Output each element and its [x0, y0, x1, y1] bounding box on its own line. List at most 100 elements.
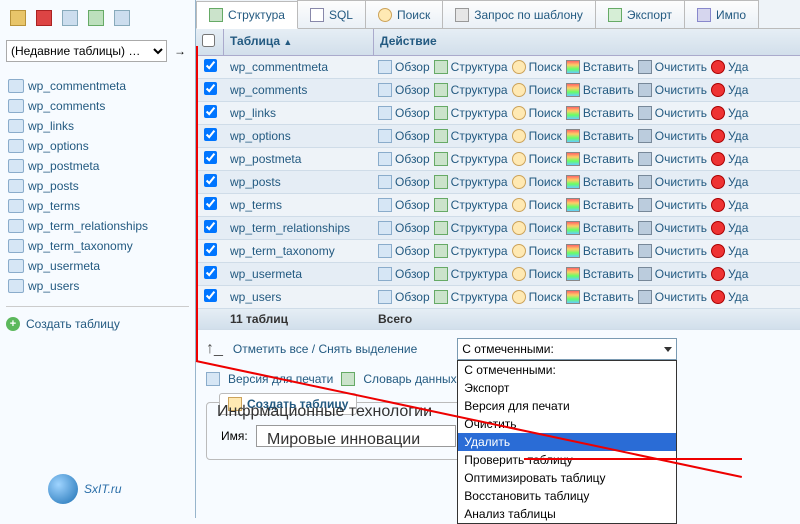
action-insert[interactable]: Вставить — [566, 267, 634, 281]
action-empty[interactable]: Очистить — [638, 83, 707, 97]
action-search[interactable]: Поиск — [512, 152, 562, 166]
sidebar-table-item[interactable]: wp_users — [6, 276, 189, 296]
table-name-link[interactable]: wp_term_taxonomy — [230, 244, 335, 258]
row-checkbox[interactable] — [204, 197, 217, 210]
action-structure[interactable]: Структура — [434, 60, 508, 74]
action-browse[interactable]: Обзор — [378, 60, 430, 74]
col-table-header[interactable]: Таблица ▲ — [224, 29, 374, 55]
reload-icon[interactable] — [114, 10, 130, 26]
sidebar-table-item[interactable]: wp_usermeta — [6, 256, 189, 276]
action-empty[interactable]: Очистить — [638, 290, 707, 304]
action-drop[interactable]: Уда — [711, 290, 748, 304]
dropdown-option[interactable]: Удалить — [458, 433, 676, 451]
action-insert[interactable]: Вставить — [566, 175, 634, 189]
action-empty[interactable]: Очистить — [638, 129, 707, 143]
table-name-link[interactable]: wp_term_relationships — [230, 221, 350, 235]
table-name-link[interactable]: wp_usermeta — [230, 267, 302, 281]
data-dictionary-link[interactable]: Словарь данных — [363, 372, 456, 386]
check-uncheck-link[interactable]: Отметить все / Снять выделение — [233, 342, 417, 356]
action-structure[interactable]: Структура — [434, 244, 508, 258]
action-browse[interactable]: Обзор — [378, 267, 430, 281]
exit-icon[interactable] — [36, 10, 52, 26]
row-checkbox[interactable] — [204, 105, 217, 118]
row-checkbox[interactable] — [204, 220, 217, 233]
row-checkbox[interactable] — [204, 243, 217, 256]
tab-structure[interactable]: Структура — [196, 1, 298, 29]
recent-tables-select[interactable]: (Недавние таблицы) … — [6, 40, 167, 62]
action-structure[interactable]: Структура — [434, 152, 508, 166]
action-browse[interactable]: Обзор — [378, 221, 430, 235]
dropdown-option[interactable]: Версия для печати — [458, 397, 676, 415]
action-drop[interactable]: Уда — [711, 106, 748, 120]
action-insert[interactable]: Вставить — [566, 129, 634, 143]
table-name-link[interactable]: wp_postmeta — [230, 152, 301, 166]
action-empty[interactable]: Очистить — [638, 221, 707, 235]
action-insert[interactable]: Вставить — [566, 83, 634, 97]
action-browse[interactable]: Обзор — [378, 106, 430, 120]
action-insert[interactable]: Вставить — [566, 152, 634, 166]
action-drop[interactable]: Уда — [711, 198, 748, 212]
sidebar-table-item[interactable]: wp_comments — [6, 96, 189, 116]
action-drop[interactable]: Уда — [711, 152, 748, 166]
sidebar-table-item[interactable]: wp_postmeta — [6, 156, 189, 176]
action-search[interactable]: Поиск — [512, 175, 562, 189]
action-browse[interactable]: Обзор — [378, 129, 430, 143]
action-browse[interactable]: Обзор — [378, 198, 430, 212]
action-structure[interactable]: Структура — [434, 267, 508, 281]
dropdown-option[interactable]: Анализ таблицы — [458, 505, 676, 523]
action-search[interactable]: Поиск — [512, 106, 562, 120]
row-checkbox[interactable] — [204, 266, 217, 279]
action-empty[interactable]: Очистить — [638, 60, 707, 74]
table-name-link[interactable]: wp_posts — [230, 175, 281, 189]
action-insert[interactable]: Вставить — [566, 106, 634, 120]
action-browse[interactable]: Обзор — [378, 175, 430, 189]
action-structure[interactable]: Структура — [434, 175, 508, 189]
action-empty[interactable]: Очистить — [638, 244, 707, 258]
row-checkbox[interactable] — [204, 59, 217, 72]
action-search[interactable]: Поиск — [512, 198, 562, 212]
dropdown-option[interactable]: Проверить таблицу — [458, 451, 676, 469]
sidebar-table-item[interactable]: wp_commentmeta — [6, 76, 189, 96]
recent-tables-go[interactable]: → — [171, 44, 189, 58]
dropdown-option[interactable]: С отмеченными: — [458, 361, 676, 379]
row-checkbox[interactable] — [204, 82, 217, 95]
dropdown-option[interactable]: Экспорт — [458, 379, 676, 397]
sql-icon[interactable] — [62, 10, 78, 26]
action-drop[interactable]: Уда — [711, 244, 748, 258]
row-checkbox[interactable] — [204, 128, 217, 141]
action-structure[interactable]: Структура — [434, 129, 508, 143]
action-structure[interactable]: Структура — [434, 106, 508, 120]
sidebar-create-table[interactable]: + Создать таблицу — [6, 317, 189, 331]
dropdown-option[interactable]: Восстановить таблицу — [458, 487, 676, 505]
table-name-link[interactable]: wp_users — [230, 290, 281, 304]
action-structure[interactable]: Структура — [434, 198, 508, 212]
action-drop[interactable]: Уда — [711, 175, 748, 189]
tab-sql[interactable]: SQL — [297, 0, 366, 28]
tab-import[interactable]: Импо — [684, 0, 759, 28]
action-browse[interactable]: Обзор — [378, 152, 430, 166]
action-structure[interactable]: Структура — [434, 221, 508, 235]
action-search[interactable]: Поиск — [512, 60, 562, 74]
action-insert[interactable]: Вставить — [566, 244, 634, 258]
sidebar-table-item[interactable]: wp_options — [6, 136, 189, 156]
sidebar-table-item[interactable]: wp_term_taxonomy — [6, 236, 189, 256]
tab-query[interactable]: Запрос по шаблону — [442, 0, 596, 28]
action-insert[interactable]: Вставить — [566, 221, 634, 235]
home-icon[interactable] — [10, 10, 26, 26]
sidebar-table-item[interactable]: wp_terms — [6, 196, 189, 216]
check-all[interactable] — [202, 34, 215, 47]
action-search[interactable]: Поиск — [512, 290, 562, 304]
table-name-link[interactable]: wp_commentmeta — [230, 60, 328, 74]
action-empty[interactable]: Очистить — [638, 175, 707, 189]
tab-export[interactable]: Экспорт — [595, 0, 685, 28]
action-drop[interactable]: Уда — [711, 60, 748, 74]
with-selected-dropdown[interactable]: С отмеченными: — [457, 338, 677, 360]
action-empty[interactable]: Очистить — [638, 152, 707, 166]
action-empty[interactable]: Очистить — [638, 106, 707, 120]
table-name-link[interactable]: wp_links — [230, 106, 276, 120]
action-insert[interactable]: Вставить — [566, 198, 634, 212]
table-name-link[interactable]: wp_comments — [230, 83, 307, 97]
sidebar-table-item[interactable]: wp_term_relationships — [6, 216, 189, 236]
action-drop[interactable]: Уда — [711, 267, 748, 281]
row-checkbox[interactable] — [204, 289, 217, 302]
